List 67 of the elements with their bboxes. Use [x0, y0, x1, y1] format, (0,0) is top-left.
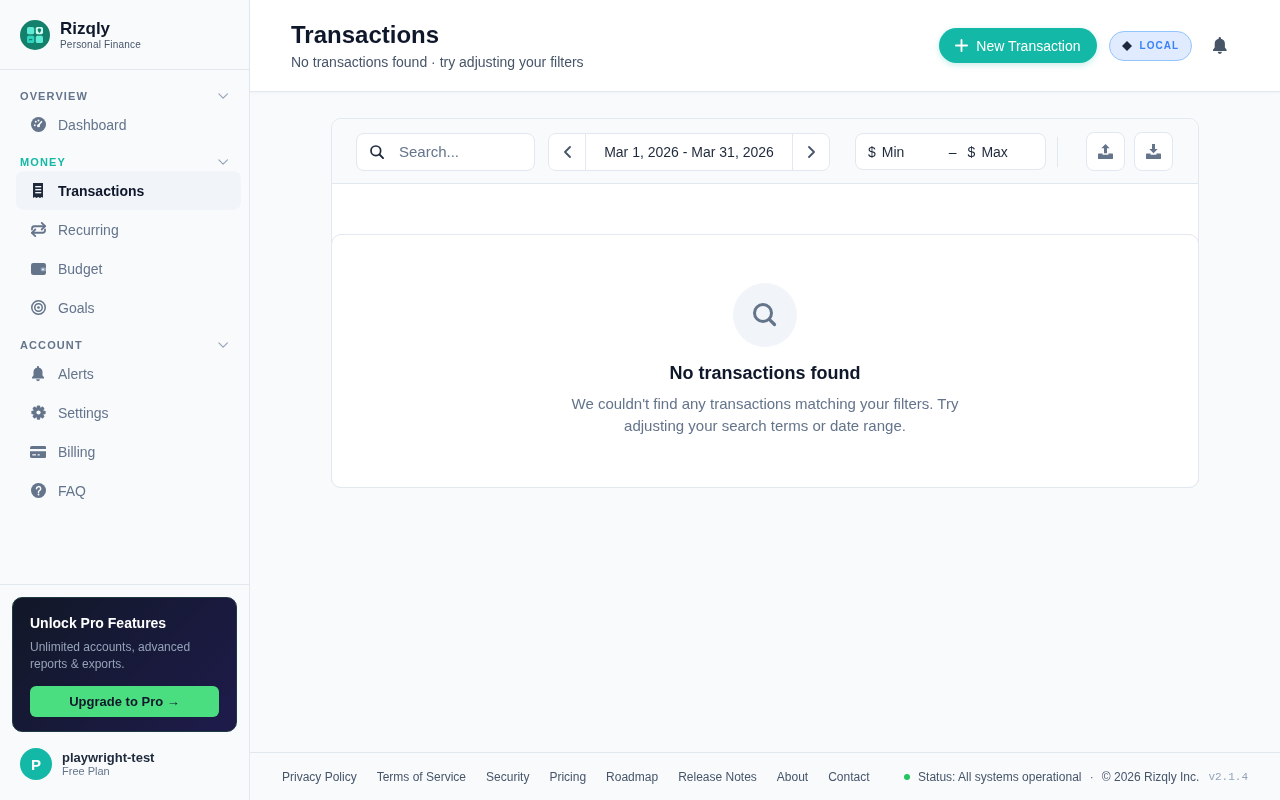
wallet-icon	[30, 262, 46, 275]
currency-sign: $	[868, 143, 876, 160]
settings-icon	[30, 405, 46, 420]
currency-sign: $	[967, 143, 976, 160]
footer-link[interactable]: Privacy Policy	[282, 769, 357, 784]
nav-item[interactable]: Budget	[16, 249, 241, 288]
help-icon	[30, 483, 46, 498]
nav-item[interactable]: Dashboard	[16, 105, 241, 144]
nav-item[interactable]: FAQ	[16, 471, 241, 510]
nav-item[interactable]: Alerts	[16, 354, 241, 393]
gauge-icon	[30, 117, 46, 132]
search-icon	[370, 144, 384, 159]
footer-link[interactable]: Release Notes	[678, 769, 757, 784]
empty-state-title: No transactions found	[669, 362, 861, 384]
new-transaction-button[interactable]: New Transaction	[939, 28, 1097, 63]
footer-separator: ·	[1089, 769, 1094, 784]
nav-item[interactable]: Transactions	[16, 171, 241, 210]
nav-item[interactable]: Settings	[16, 393, 241, 432]
brand-name: Rizqly	[60, 18, 112, 39]
max-amount-field[interactable]: Max	[981, 143, 1040, 160]
search-field[interactable]: Search...	[356, 132, 535, 171]
bell-icon	[1213, 37, 1227, 54]
plus-icon	[955, 39, 969, 52]
chevron-right-icon	[807, 145, 815, 158]
footer-link[interactable]: Contact	[828, 769, 870, 784]
footer-link[interactable]: Roadmap	[606, 769, 659, 784]
environment-label: LOCAL	[1139, 40, 1179, 51]
range-dash: –	[948, 143, 957, 160]
user-plan: Free Plan	[62, 765, 111, 778]
nav-item[interactable]: Billing	[16, 432, 241, 471]
status-text: Status: All systems operational	[918, 769, 1082, 784]
page-title: Transactions	[291, 20, 440, 49]
min-amount-field[interactable]: Min	[881, 143, 940, 160]
footer-link[interactable]: Terms of Service	[376, 769, 467, 784]
section-toggle[interactable]: OVERVIEW	[16, 89, 241, 103]
search-icon	[733, 283, 797, 347]
repeat-icon	[30, 222, 46, 237]
diamond-icon	[1121, 40, 1132, 51]
download-icon	[1146, 144, 1161, 159]
nav-item[interactable]: Recurring	[16, 210, 241, 249]
brand-tagline: Personal Finance	[60, 38, 142, 51]
nav-item[interactable]: Goals	[16, 288, 241, 327]
empty-state-text: We couldn't find any transactions matching your filters. Try adjusting your search terms or date range.	[570, 394, 960, 436]
page-subtitle: No transactions found · try adjusting your filters	[291, 54, 584, 71]
download-button[interactable]	[1134, 132, 1173, 171]
credit-card-icon	[29, 445, 47, 458]
footer-link[interactable]: About	[776, 769, 809, 784]
upgrade-button[interactable]: Upgrade to Pro →	[30, 686, 219, 717]
copyright-text: © 2026 Rizqly Inc.	[1101, 769, 1200, 784]
upload-icon	[1098, 144, 1113, 159]
receipt-icon	[32, 183, 44, 198]
upload-button[interactable]	[1086, 132, 1125, 171]
bell-icon	[32, 366, 44, 381]
footer-link[interactable]: Pricing	[549, 769, 587, 784]
promo-text: Unlimited accounts, advanced reports & exports.	[30, 639, 192, 673]
user-avatar: P	[20, 748, 52, 780]
chevron-left-icon	[563, 145, 571, 158]
user-name: playwright-test	[62, 750, 155, 765]
target-icon	[30, 300, 46, 315]
logo-icon	[20, 19, 50, 50]
section-toggle[interactable]: ACCOUNT	[16, 338, 241, 352]
version-text: v2.1.4	[1208, 770, 1248, 783]
previous-month-button[interactable]	[549, 133, 586, 170]
next-month-button[interactable]	[792, 133, 829, 170]
promo-title: Unlock Pro Features	[30, 615, 168, 632]
status-dot-icon	[904, 773, 911, 780]
footer-link[interactable]: Security	[486, 769, 530, 784]
